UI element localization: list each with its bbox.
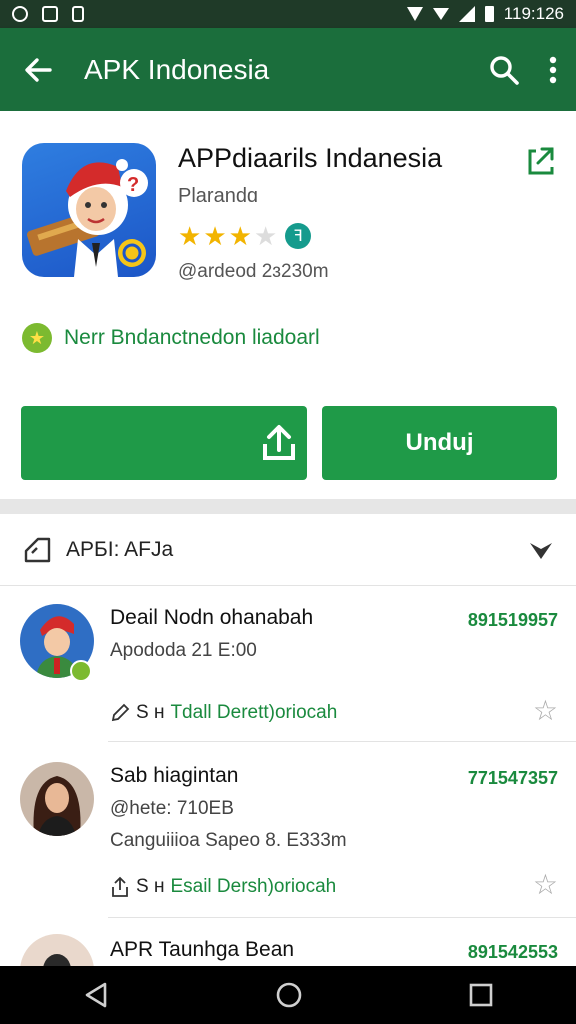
- star-icon: ★: [178, 221, 202, 251]
- review-number: 891542553: [467, 942, 558, 962]
- page-title: APK Indonesia: [84, 53, 270, 85]
- back-button[interactable]: [18, 50, 58, 90]
- home-icon[interactable]: [275, 981, 303, 1009]
- signal-icon: [458, 6, 475, 22]
- image-icon: [42, 6, 58, 22]
- back-nav-icon[interactable]: [83, 981, 109, 1009]
- tag-icon: [24, 537, 51, 562]
- upload-icon: [263, 425, 295, 460]
- svg-text:?: ?: [127, 174, 139, 196]
- app-bar: APK Indonesia: [0, 28, 576, 111]
- status-bar: 119:126: [0, 0, 576, 28]
- wifi-icon: [406, 7, 423, 21]
- review-number: 891519957: [467, 610, 558, 630]
- star-badge-icon: ★: [22, 323, 52, 353]
- review-detail: Canguiiioa Sapeo 8. E333m: [110, 830, 347, 851]
- notice: ★ Nerr Bndanctnedon liadoarl: [22, 323, 320, 353]
- app-details-card: ? APPdiaarils Indanesia Plarandɑ ★ ★ ★ ★…: [0, 111, 576, 499]
- verified-icon: [70, 660, 92, 682]
- star-icon: ★: [203, 221, 227, 251]
- review-author: Deail Nodn ohanabah: [110, 606, 314, 629]
- search-icon[interactable]: [488, 54, 520, 86]
- list-item[interactable]: APR Taunhga Bean 891542553: [0, 918, 576, 966]
- review-date: @hete: 710EB: [110, 798, 234, 819]
- rating-badge: ꟻ: [285, 223, 312, 249]
- review-link-text: Esail Dersh)oriocah: [170, 876, 337, 897]
- download-button[interactable]: Unduj: [322, 406, 557, 480]
- review-number: 771547357: [467, 768, 558, 788]
- review-date: Apododa 21 E:00: [110, 640, 257, 661]
- navigation-bar: [0, 966, 576, 1024]
- battery-icon: [484, 6, 494, 22]
- chevron-down-icon[interactable]: [528, 539, 554, 561]
- review-link[interactable]: S ʜ Tdall Derett)oriocah: [110, 702, 337, 724]
- share-icon: [112, 876, 128, 897]
- reviews-card: APБI: AFJa Deail Nodn ohanabah Apododa 2…: [0, 514, 576, 966]
- more-vert-icon[interactable]: [548, 55, 558, 85]
- review-author: Sab hiagintan: [110, 764, 239, 787]
- review-link-text: Tdall Derett)oriocah: [170, 702, 338, 723]
- recents-icon[interactable]: [469, 983, 493, 1007]
- review-link-prefix: S ʜ: [136, 702, 165, 723]
- share-icon[interactable]: [524, 143, 558, 177]
- sync-icon: [12, 6, 28, 22]
- clock: 119:126: [503, 4, 564, 23]
- section-title: APБI: AFJa: [66, 537, 174, 561]
- install-button[interactable]: [21, 406, 307, 480]
- review-link-prefix: S ʜ: [136, 876, 165, 897]
- notice-text: Nerr Bndanctnedon liadoarl: [64, 326, 320, 349]
- avatar: [20, 934, 94, 966]
- list-item[interactable]: Sab hiagintan @hete: 710EB Canguiiioa Sa…: [0, 742, 576, 918]
- review-author: APR Taunhga Bean: [110, 938, 295, 961]
- lock-icon: [72, 6, 84, 22]
- data-icon: [432, 8, 449, 20]
- arrow-left-icon: [25, 57, 52, 82]
- app-icon: ?: [22, 143, 156, 277]
- developer-name: Plarandɑ: [178, 185, 259, 207]
- section-header[interactable]: APБI: AFJa: [0, 514, 576, 586]
- star-empty-icon: ★: [253, 221, 278, 251]
- review-link[interactable]: S ʜ Esail Dersh)oriocah: [110, 876, 336, 898]
- star-outline-icon[interactable]: ☆: [533, 694, 558, 727]
- star-outline-icon[interactable]: ☆: [533, 868, 558, 901]
- pencil-icon: [111, 703, 130, 722]
- app-meta: @ardeod 2ɜ230m: [178, 261, 329, 282]
- star-icon: ★: [228, 221, 252, 251]
- rating-stars: ★ ★ ★ ★ ꟻ: [178, 221, 312, 251]
- app-name: APPdiaarils Indanesia: [178, 143, 443, 173]
- avatar: [20, 762, 94, 836]
- list-item[interactable]: Deail Nodn ohanabah Apododa 21 E:00 8915…: [0, 586, 576, 742]
